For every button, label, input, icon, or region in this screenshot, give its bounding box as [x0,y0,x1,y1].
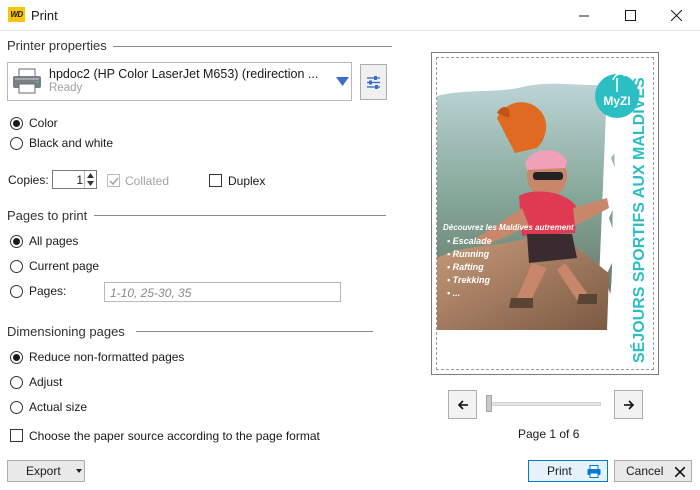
pages-range-label: Pages: [29,284,67,298]
paper-source-checkbox[interactable] [10,429,23,442]
paper-source-label: Choose the paper source according to the… [29,429,320,443]
cancel-label: Cancel [626,464,664,478]
printer-select[interactable]: hpdoc2 (HP Color LaserJet M653) (redirec… [7,62,334,101]
minimize-button[interactable] [561,0,607,31]
checkmark-icon [109,177,119,186]
printer-settings-button[interactable] [360,64,387,100]
current-page-label: Current page [29,259,100,273]
chevron-up-icon[interactable] [87,173,94,178]
section-divider [94,215,386,216]
printer-icon [587,465,601,478]
copies-value: 1 [76,173,83,187]
maximize-button[interactable] [607,0,653,31]
duplex-checkbox[interactable] [209,174,222,187]
all-pages-radio[interactable] [10,235,23,248]
print-button[interactable]: Print [528,460,608,482]
black-white-label: Black and white [29,136,114,150]
color-label: Color [29,116,58,130]
title-bar: WD Print [0,0,700,31]
page-slider-thumb[interactable] [486,395,492,412]
page-indicator: Page 1 of 6 [518,427,580,441]
copies-stepper[interactable]: 1 [52,170,97,189]
pages-range-input[interactable]: 1-10, 25-30, 35 [104,282,341,302]
pages-to-print-header: Pages to print [7,208,94,223]
minimize-icon [578,15,589,17]
adjust-label: Adjust [29,375,63,389]
page-slider-track[interactable] [488,402,601,406]
chevron-down-icon[interactable] [87,181,94,186]
export-label: Export [26,464,61,478]
cancel-button[interactable]: Cancel [614,460,692,482]
printer-dropdown-button[interactable] [333,62,352,101]
arrow-right-icon [623,399,634,410]
color-radio[interactable] [10,117,23,130]
sliders-icon [367,75,380,89]
close-button[interactable] [653,0,699,31]
copies-stepper-buttons[interactable] [84,171,96,188]
close-icon [675,467,685,477]
printer-icon [13,68,41,94]
printer-name: hpdoc2 (HP Color LaserJet M653) (redirec… [49,67,319,81]
copies-label: Copies: [8,173,49,187]
chevron-down-icon [335,77,349,86]
reduce-pages-radio[interactable] [10,351,23,364]
window-title: Print [31,8,58,23]
collated-label: Collated [125,174,170,188]
dimensioning-header: Dimensioning pages [7,324,131,339]
pages-range-radio[interactable] [10,285,23,298]
chevron-down-icon [76,469,82,473]
section-divider [136,331,373,332]
maximize-icon [624,10,636,21]
pages-range-placeholder: 1-10, 25-30, 35 [110,286,192,300]
close-icon [670,10,682,21]
adjust-radio[interactable] [10,376,23,389]
duplex-label: Duplex [228,174,266,188]
section-divider [110,46,392,47]
app-logo-icon: WD [8,7,25,22]
print-label: Print [547,464,572,478]
actual-size-radio[interactable] [10,401,23,414]
preview-margin-guide [436,57,654,370]
previous-page-button[interactable] [448,390,477,419]
actual-size-label: Actual size [29,400,88,414]
collated-checkbox[interactable] [107,174,120,187]
printer-status: Ready [49,82,83,94]
printer-properties-header: Printer properties [7,38,113,53]
arrow-left-icon [457,399,468,410]
export-button[interactable]: Export [7,460,85,482]
next-page-button[interactable] [614,390,643,419]
black-white-radio[interactable] [10,137,23,150]
reduce-pages-label: Reduce non-formatted pages [29,350,185,364]
current-page-radio[interactable] [10,260,23,273]
all-pages-label: All pages [29,234,79,248]
